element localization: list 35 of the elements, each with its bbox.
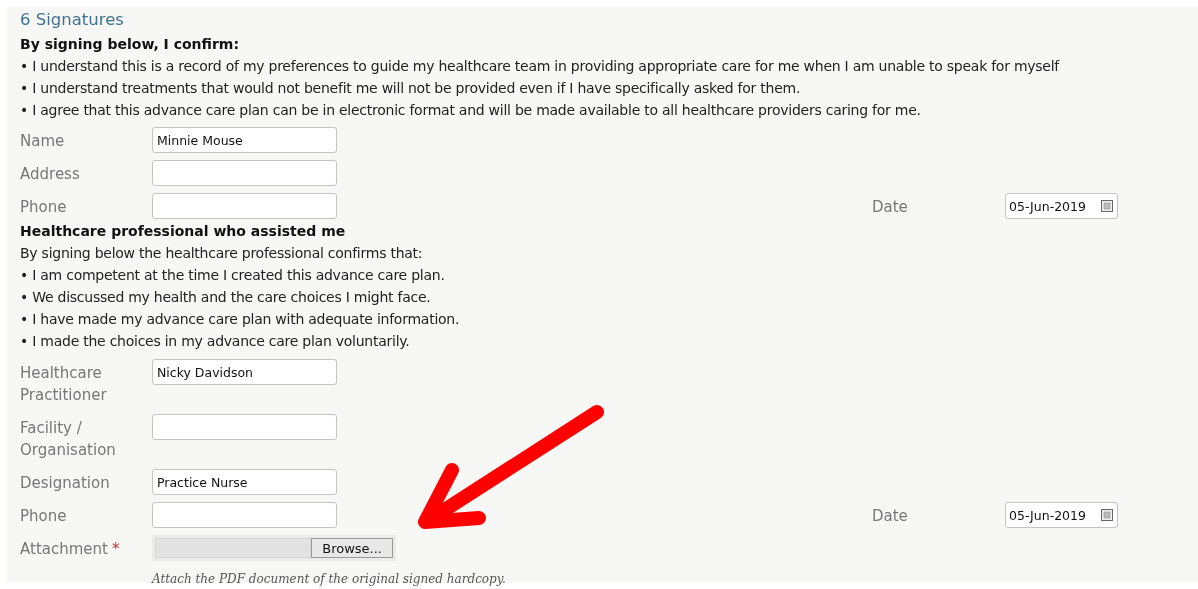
field-label: Date	[872, 198, 908, 216]
browse-button[interactable]: Browse...	[311, 538, 393, 558]
calendar-icon[interactable]	[1101, 509, 1113, 521]
file-input[interactable]: Browse...	[152, 535, 396, 561]
field-label: Address	[20, 164, 80, 185]
date-field[interactable]: 05-Jun-2019	[1005, 193, 1118, 219]
field-label: Name	[20, 131, 65, 152]
bullet-text: • I made the choices in my advance care plan voluntarily.	[20, 332, 410, 351]
field-label: Date	[872, 507, 908, 525]
bullet-text: • I understand treatments that would not benefit me will not be provided even if I have specifically asked for them.	[20, 79, 801, 98]
input-field[interactable]	[152, 502, 337, 528]
field-label: Phone	[20, 506, 67, 527]
bullet-text: • We discussed my health and the care choices I might face.	[20, 288, 431, 307]
input-field[interactable]	[152, 160, 337, 186]
input-field[interactable]: Nicky Davidson	[152, 359, 337, 385]
field-label: Designation	[20, 473, 110, 494]
field-label: Phone	[20, 197, 67, 218]
calendar-icon[interactable]	[1101, 200, 1113, 212]
hint-text: Attach the PDF document of the original signed hardcopy.	[152, 572, 506, 586]
intro-text: By signing below the healthcare professional confirms that:	[20, 244, 423, 263]
bullet-text: • I have made my advance care plan with adequate information.	[20, 310, 460, 329]
bullet-text: • I am competent at the time I created this advance care plan.	[20, 266, 445, 285]
input-field[interactable]: Minnie Mouse	[152, 127, 337, 153]
date-field[interactable]: 05-Jun-2019	[1005, 502, 1118, 528]
input-field[interactable]	[152, 193, 337, 219]
field-label: Attachment *	[20, 539, 120, 560]
bullet-text: • I understand this is a record of my preferences to guide my healthcare team in providing appropriate care for me when I am unable to speak for myself	[20, 57, 1060, 76]
field-label: Facility / Organisation	[20, 418, 117, 461]
bullet-text: • I agree that this advance care plan can be in electronic format and will be made available to all healthcare providers caring for me.	[20, 101, 921, 120]
input-field[interactable]	[152, 414, 337, 440]
input-field[interactable]: Practice Nurse	[152, 469, 337, 495]
section-heading: Healthcare professional who assisted me	[20, 222, 346, 241]
section-title: 6 Signatures	[20, 9, 124, 31]
field-label: Healthcare Practitioner	[20, 363, 108, 406]
section-heading: By signing below, I confirm:	[20, 35, 240, 54]
